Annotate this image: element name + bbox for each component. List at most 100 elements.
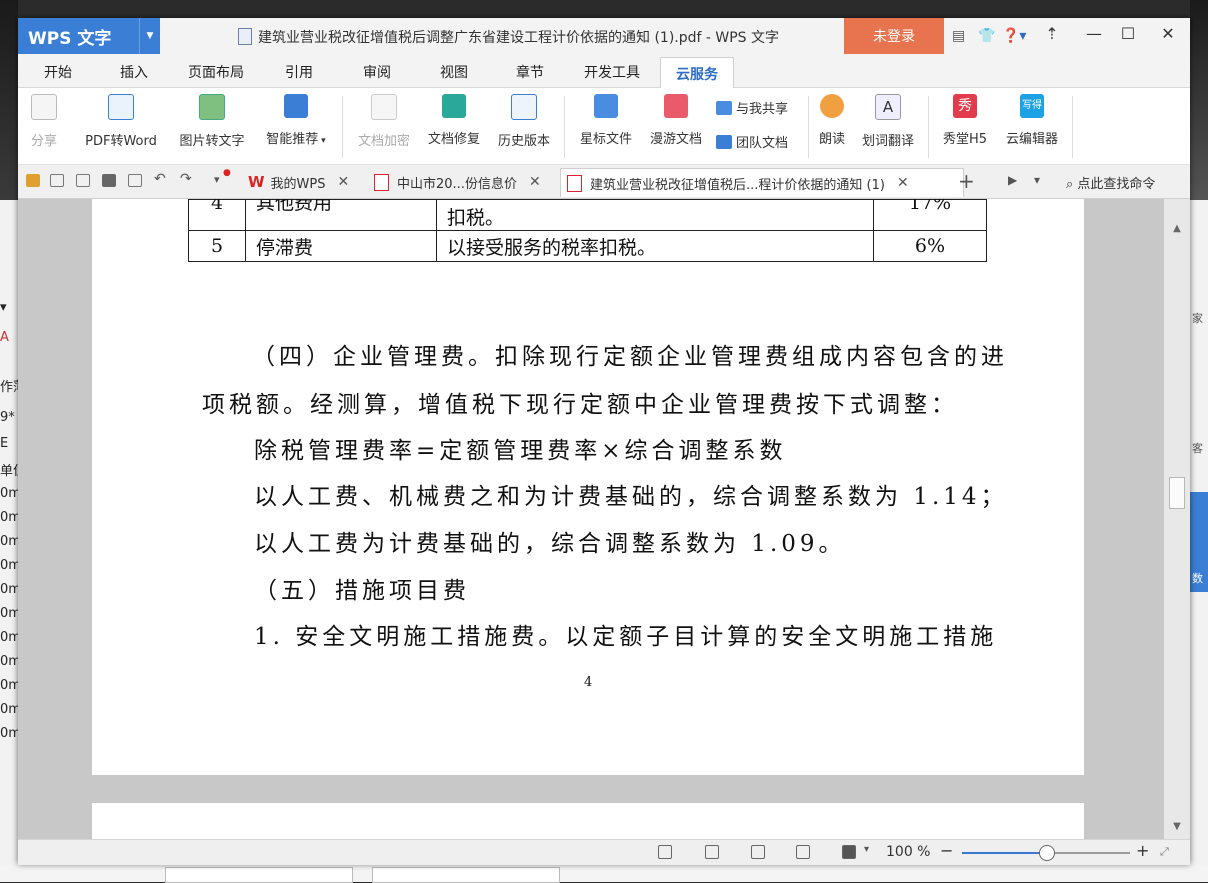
wps-window: WPS 文字 ▼ 建筑业营业税改征增值税后调整广东省建设工程计价依据的通知 (1… xyxy=(18,18,1190,865)
zoom-slider[interactable] xyxy=(962,845,1130,861)
menu-cloud-service[interactable]: 云服务 xyxy=(660,57,734,89)
translate-button[interactable]: A 划词翻译 xyxy=(858,94,918,149)
repair-icon xyxy=(442,94,466,118)
menu-section[interactable]: 章节 xyxy=(516,62,544,82)
bg-fragment: 客 xyxy=(1192,442,1203,455)
document-icon xyxy=(238,28,252,45)
undo-icon[interactable]: ↶ xyxy=(154,171,166,187)
history-icon xyxy=(511,94,537,120)
page-view-icon[interactable] xyxy=(705,845,719,859)
menu-page-layout[interactable]: 页面布局 xyxy=(188,62,244,82)
tab-document-2[interactable]: 中山市20...份信息价 ✕ xyxy=(368,168,547,196)
outline-view-icon[interactable] xyxy=(751,845,765,859)
eye-protection-icon[interactable] xyxy=(842,845,856,859)
wps-app-menu-button[interactable]: WPS 文字 ▼ xyxy=(18,18,160,54)
pdf-to-word-button[interactable]: PDF转Word xyxy=(80,94,162,149)
menu-references[interactable]: 引用 xyxy=(285,62,313,82)
cloud-editor-button[interactable]: 写得 云编辑器 xyxy=(1002,94,1062,147)
bg-fragment: 单位 xyxy=(0,464,18,479)
image-to-text-button[interactable]: 图片转文字 xyxy=(174,94,250,149)
table-cell: 6% xyxy=(873,230,987,262)
bg-fragment: 0m xyxy=(0,558,18,573)
fit-window-icon[interactable]: ⤢ xyxy=(1160,845,1169,859)
close-icon[interactable]: ✕ xyxy=(897,175,909,191)
help-icon[interactable]: ❓▾ xyxy=(1002,28,1026,44)
chevron-down-icon: ▾ xyxy=(318,136,326,146)
doc-repair-button[interactable]: 文档修复 xyxy=(424,94,484,147)
document-viewport[interactable]: 4 其他费用 扣税。 17% 5 停滞费 以接受服务的税率扣税。 6% （四）企… xyxy=(18,199,1164,839)
xiutang-icon: 秀 xyxy=(953,94,977,118)
redo-icon[interactable]: ↷ xyxy=(180,171,192,187)
zoom-level[interactable]: 100 % xyxy=(886,844,930,860)
menu-view[interactable]: 视图 xyxy=(440,62,468,82)
menu-insert[interactable]: 插入 xyxy=(120,62,148,82)
table-cell: 以接受服务的税率扣税。 xyxy=(436,230,874,262)
share-button[interactable]: 分享 xyxy=(28,94,60,149)
background-window-left: ▾ A 作薄 9* E 单位 0m 0m 0m 0m 0m 0m 0m3 0m … xyxy=(0,0,18,882)
smart-recommend-label: 智能推荐 xyxy=(266,132,319,147)
xiutang-h5-button[interactable]: 秀 秀堂H5 xyxy=(938,94,992,147)
print-icon[interactable] xyxy=(102,174,116,187)
open-folder-icon[interactable] xyxy=(26,174,40,187)
bg-fragment: 0m xyxy=(0,702,18,717)
chevron-down-icon[interactable]: ▾ xyxy=(864,844,869,855)
zoom-out-button[interactable]: − xyxy=(940,841,953,860)
pdf-to-word-label: PDF转Word xyxy=(85,134,157,149)
shirt-icon[interactable]: 👕 xyxy=(978,28,995,44)
menu-developer[interactable]: 开发工具 xyxy=(584,62,640,82)
minimize-button[interactable]: — xyxy=(1080,24,1108,43)
tab-my-wps-label: 我的WPS xyxy=(270,176,326,192)
scroll-up-icon[interactable]: ▲ xyxy=(1164,223,1190,234)
chevron-down-icon[interactable]: ▼ xyxy=(139,18,160,54)
tab-document-active[interactable]: 建筑业营业税改征增值税后...程计价依据的通知 (1) ✕ xyxy=(560,168,964,197)
doc-encrypt-button[interactable]: 文档加密 xyxy=(354,94,414,149)
read-aloud-button[interactable]: 朗读 xyxy=(816,94,848,147)
menu-review[interactable]: 审阅 xyxy=(363,62,391,82)
smart-recommend-button[interactable]: 智能推荐 ▾ xyxy=(260,94,332,147)
status-bar: ▾ 100 % − + ⤢ xyxy=(18,839,1190,865)
share-icon xyxy=(31,94,57,120)
team-docs-label: 团队文档 xyxy=(736,136,789,151)
tab-list-icon[interactable]: ▶ xyxy=(1008,173,1017,187)
title-bar: WPS 文字 ▼ 建筑业营业税改征增值税后调整广东省建设工程计价依据的通知 (1… xyxy=(18,18,1190,54)
login-button[interactable]: 未登录 xyxy=(844,18,944,54)
notification-dot-icon: ● xyxy=(223,168,231,178)
zoom-in-button[interactable]: + xyxy=(1136,841,1149,860)
team-docs-button[interactable]: 团队文档 xyxy=(716,132,788,151)
web-view-icon[interactable] xyxy=(796,845,810,859)
export-pdf-icon[interactable] xyxy=(76,174,90,187)
close-icon[interactable]: ✕ xyxy=(529,174,541,190)
scrollbar-thumb[interactable] xyxy=(1169,477,1185,509)
scroll-down-icon[interactable]: ▼ xyxy=(1164,821,1190,832)
zoom-slider-handle[interactable] xyxy=(1039,845,1055,861)
print-preview-icon[interactable] xyxy=(128,174,142,187)
skin-icon[interactable]: ▤ xyxy=(952,28,965,44)
page-number: 4 xyxy=(584,675,593,690)
roam-docs-button[interactable]: 漫游文档 xyxy=(646,94,706,147)
wps-logo-icon: W xyxy=(248,173,265,191)
vertical-scrollbar[interactable]: ▲ ▼ xyxy=(1164,199,1190,839)
star-files-button[interactable]: 星标文件 xyxy=(576,94,636,147)
restore-ribbon-icon[interactable]: ⇡ xyxy=(1038,24,1066,43)
document-page-next xyxy=(92,803,1084,839)
tab-my-wps[interactable]: W 我的WPS ✕ xyxy=(242,168,355,196)
minimize-tab-icon[interactable]: ▾ xyxy=(1034,173,1040,187)
fullscreen-view-icon[interactable] xyxy=(658,845,672,859)
close-icon[interactable]: ✕ xyxy=(338,174,350,190)
history-button[interactable]: 历史版本 xyxy=(494,94,554,149)
wps-app-label: WPS 文字 xyxy=(28,28,112,49)
customize-toolbar-icon[interactable]: ▾ xyxy=(214,173,220,186)
close-button[interactable]: ✕ xyxy=(1154,24,1182,43)
pdf-to-word-icon xyxy=(108,94,134,120)
bg-tab xyxy=(165,867,353,883)
command-search[interactable]: ⌕ 点此查找命令 xyxy=(1066,173,1155,192)
new-tab-icon[interactable]: + xyxy=(958,169,975,193)
maximize-button[interactable]: ☐ xyxy=(1114,24,1142,43)
save-icon[interactable] xyxy=(50,174,64,187)
bg-fragment: 0m3 xyxy=(0,630,18,645)
roam-docs-label: 漫游文档 xyxy=(649,132,702,147)
doc-repair-label: 文档修复 xyxy=(427,132,480,147)
menu-start[interactable]: 开始 xyxy=(44,62,72,82)
shared-with-me-button[interactable]: 与我共享 xyxy=(716,98,788,117)
command-search-label: 点此查找命令 xyxy=(1077,177,1156,192)
